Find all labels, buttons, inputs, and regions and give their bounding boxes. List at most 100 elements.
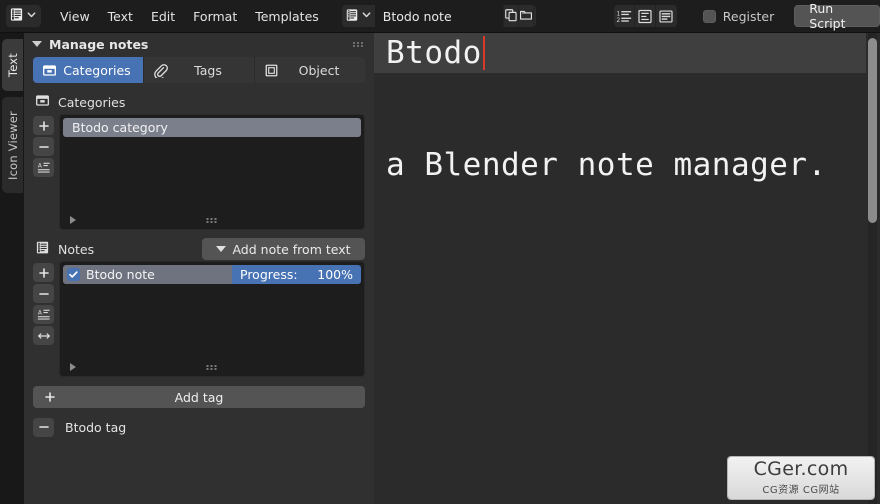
sidebar-item-label: Text: [5, 52, 20, 78]
notes-list-area: A Btodo note Progress: 100%: [33, 261, 365, 377]
text-editor-line-1[interactable]: Btodo: [374, 33, 866, 73]
archive-box-icon: [35, 93, 50, 111]
menu-item-templates[interactable]: Templates: [246, 6, 328, 27]
sort-notes-button[interactable]: A: [33, 305, 54, 324]
tag-label: Btodo tag: [65, 419, 127, 435]
duplicate-datablock-button[interactable]: [502, 5, 518, 27]
register-label: Register: [722, 8, 775, 24]
expand-filter-triangle-icon[interactable]: [70, 216, 76, 224]
editor-header: View Text Edit Format Templates Btodo no…: [0, 0, 880, 33]
run-script-button[interactable]: Run Script: [794, 1, 880, 31]
watermark-main-text: CGer.com: [753, 458, 849, 480]
manage-notes-panel: Manage notes Categories Tags Object Cate…: [24, 33, 374, 504]
tab-label: Tags: [194, 62, 222, 78]
note-checkbox[interactable]: [67, 268, 80, 281]
chevron-down-icon: [216, 246, 226, 252]
menu-bar: View Text Edit Format Templates: [51, 6, 328, 27]
register-checkbox[interactable]: Register: [702, 8, 775, 24]
datablock-browse-button[interactable]: [342, 5, 375, 27]
remove-note-button[interactable]: [33, 284, 54, 303]
categories-list-area: A Btodo category: [33, 114, 365, 230]
sort-categories-button[interactable]: A: [33, 158, 54, 177]
svg-text:A: A: [37, 163, 41, 169]
remove-tag-button[interactable]: [33, 417, 54, 437]
datablock-name-field[interactable]: Btodo note: [374, 5, 503, 27]
panel-header[interactable]: Manage notes: [24, 33, 374, 55]
svg-text:2: 2: [617, 18, 621, 24]
text-datablock-icon: [345, 8, 359, 25]
menu-item-text[interactable]: Text: [99, 6, 142, 27]
notes-list-footer: [60, 358, 364, 376]
menu-item-view[interactable]: View: [51, 6, 99, 27]
svg-text:A: A: [37, 310, 41, 316]
paperclip-icon: [153, 63, 168, 78]
open-text-button[interactable]: [517, 5, 533, 27]
add-category-button[interactable]: [33, 116, 54, 135]
move-note-button[interactable]: [33, 326, 54, 345]
sidebar-item-icon-viewer[interactable]: Icon Viewer: [2, 97, 23, 193]
add-tag-label: Add tag: [174, 389, 224, 405]
chevron-down-icon: [26, 9, 37, 23]
text-editor-area[interactable]: Btodo a Blender note manager.: [374, 33, 880, 504]
table-row[interactable]: Btodo note Progress: 100%: [63, 265, 361, 284]
add-note-button[interactable]: [33, 263, 54, 282]
text-editor-line-2[interactable]: a Blender note manager.: [374, 143, 866, 187]
note-row-main[interactable]: Btodo note: [63, 265, 232, 284]
tab-object[interactable]: Object: [255, 57, 365, 83]
categories-list[interactable]: Btodo category: [59, 114, 365, 230]
text-cursor: [482, 36, 485, 70]
remove-category-button[interactable]: [33, 137, 54, 156]
list-resize-grip[interactable]: [206, 217, 218, 223]
notes-section-title: Notes Add note from text: [33, 237, 365, 261]
progress-label: Progress:: [240, 267, 298, 282]
progress-value: 100%: [317, 267, 353, 282]
plus-icon: [44, 391, 56, 406]
blender-text-editor-window: View Text Edit Format Templates Btodo no…: [0, 0, 880, 504]
panel-body: Categories Tags Object Categories A Btod…: [24, 57, 374, 438]
tab-categories[interactable]: Categories: [33, 57, 144, 83]
list-item[interactable]: Btodo category: [63, 118, 361, 137]
menu-item-edit[interactable]: Edit: [142, 6, 184, 27]
close-x-icon: [534, 8, 537, 24]
sidebar-vertical-tabs: Text Icon Viewer: [0, 33, 24, 504]
svg-text:1: 1: [617, 11, 621, 17]
tab-label: Categories: [63, 62, 131, 78]
categories-side-buttons: A: [33, 114, 54, 230]
editor-scrollbar-thumb[interactable]: [868, 38, 877, 223]
panel-collapse-triangle-icon[interactable]: [32, 41, 42, 47]
add-tag-button[interactable]: Add tag: [33, 386, 365, 408]
word-wrap-toggle[interactable]: [635, 5, 657, 27]
page-title: Manage notes: [49, 36, 149, 52]
section-label: Categories: [58, 94, 126, 110]
section-label: Notes: [58, 241, 95, 257]
register-checkbox-box[interactable]: [702, 9, 716, 23]
unlink-datablock-button[interactable]: [532, 5, 537, 27]
line-numbers-toggle[interactable]: 1 2: [614, 5, 636, 27]
open-folder-icon: [519, 8, 533, 25]
menu-item-format[interactable]: Format: [184, 6, 246, 27]
note-label: Btodo note: [86, 267, 155, 282]
notes-side-buttons: A: [33, 261, 54, 377]
add-note-label: Add note from text: [232, 241, 351, 257]
tab-label: Object: [298, 62, 340, 78]
add-note-from-text-button[interactable]: Add note from text: [202, 238, 365, 260]
editor-type-selector[interactable]: [6, 5, 41, 27]
notes-list[interactable]: Btodo note Progress: 100%: [59, 261, 365, 377]
sidebar-item-text[interactable]: Text: [2, 39, 23, 91]
tab-tags[interactable]: Tags: [144, 57, 255, 83]
expand-filter-triangle-icon[interactable]: [70, 363, 76, 371]
chevron-down-icon: [361, 9, 372, 23]
watermark: CGer.com CG资源 CG网站: [728, 457, 874, 499]
archive-box-icon: [42, 63, 57, 78]
note-progress-slider[interactable]: Progress: 100%: [232, 265, 361, 284]
list-resize-grip[interactable]: [206, 364, 218, 370]
syntax-highlight-toggle[interactable]: [656, 5, 677, 27]
categories-list-footer: [60, 211, 364, 229]
text-editor-line-2-content: a Blender note manager.: [386, 147, 827, 183]
text-editor-icon: [9, 7, 24, 25]
panel-drag-handle[interactable]: [353, 42, 364, 47]
text-datablock-selector: Btodo note: [341, 5, 537, 27]
duplicate-icon: [504, 8, 518, 25]
categories-section-title: Categories: [33, 90, 365, 114]
sidebar-item-label: Icon Viewer: [5, 110, 20, 180]
